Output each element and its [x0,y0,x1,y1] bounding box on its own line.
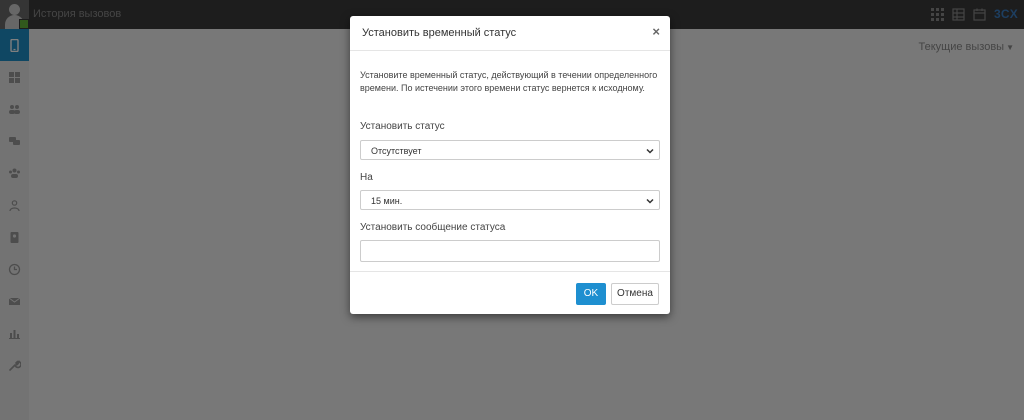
duration-label: На [360,172,373,183]
chevron-down-icon [646,198,654,204]
cancel-button[interactable]: Отмена [611,283,659,305]
dialog-description: Установите временный статус, действующий… [360,70,658,93]
status-message-input[interactable] [360,240,660,262]
ok-button[interactable]: OK [576,283,606,305]
status-label: Установить статус [360,121,445,132]
status-select[interactable]: Отсутствует [360,140,660,160]
status-select-value: Отсутствует [371,146,422,156]
message-label: Установить сообщение статуса [360,222,506,233]
dialog-footer: OK Отмена [350,271,670,315]
duration-select[interactable]: 15 мин. [360,190,660,210]
temporary-status-dialog: Установить временный статус × Установите… [350,16,670,314]
chevron-down-icon [646,148,654,154]
duration-select-value: 15 мин. [371,196,403,206]
dialog-header: Установить временный статус × [350,16,670,51]
close-icon[interactable]: × [652,24,660,40]
dialog-title: Установить временный статус [362,27,517,39]
